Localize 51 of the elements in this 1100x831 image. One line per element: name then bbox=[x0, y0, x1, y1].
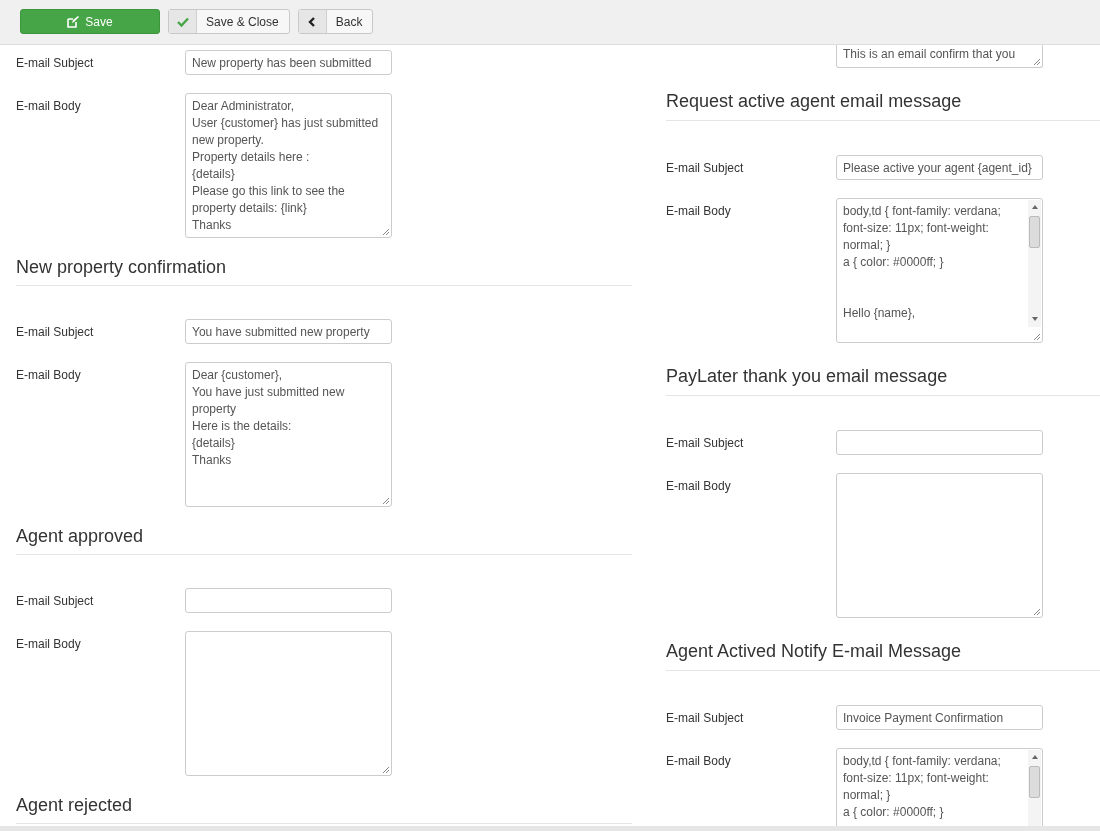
text-area[interactable]: Dear {customer}, You have just submitted new property Here is the details: {details} Thanks bbox=[185, 362, 392, 507]
section-heading: New property confirmation bbox=[16, 257, 632, 286]
scroll-up-icon bbox=[1032, 755, 1038, 759]
field-label: E-mail Subject bbox=[16, 55, 95, 70]
section-heading: Agent approved bbox=[16, 526, 632, 555]
input-field[interactable]: Invoice Payment Confirmation bbox=[836, 705, 1043, 730]
edit-icon bbox=[67, 15, 80, 28]
text-area-text: body,td { font-family: verdana; font-size: 11px; font-weight: normal; } a { color: #0000ff; } Hello {name}, bbox=[843, 203, 1002, 322]
field-label: E-mail Subject bbox=[666, 435, 745, 450]
text-area[interactable] bbox=[185, 631, 392, 776]
input-field[interactable]: New property has been submitted bbox=[185, 50, 392, 75]
text-area-text: This is an email confirm that you bbox=[843, 47, 1016, 61]
input-field[interactable] bbox=[185, 588, 392, 613]
section-heading: Agent Actived Notify E-mail Message bbox=[666, 640, 1100, 671]
field-label: E-mail Subject bbox=[16, 593, 95, 608]
scroll-thumb[interactable] bbox=[1029, 766, 1040, 798]
resize-grip-icon bbox=[382, 766, 389, 773]
save-close-button[interactable]: Save & Close bbox=[168, 9, 290, 34]
field-label: E-mail Body bbox=[16, 636, 82, 651]
text-area[interactable]: This is an email confirm that you bbox=[836, 45, 1043, 68]
input-field[interactable] bbox=[836, 430, 1043, 455]
field-label: E-mail Body bbox=[16, 367, 82, 382]
section-heading: Request active agent email message bbox=[666, 90, 1100, 121]
back-button[interactable]: Back bbox=[297, 9, 374, 34]
field-label: E-mail Subject bbox=[666, 160, 745, 175]
section-heading: Agent rejected bbox=[16, 795, 632, 824]
text-area[interactable]: body,td { font-family: verdana; font-size: 11px; font-weight: normal; } a { color: #0000ff; } Hello {name}, bbox=[836, 198, 1043, 343]
scroll-up-icon bbox=[1032, 205, 1038, 209]
field-label: E-mail Body bbox=[666, 203, 732, 218]
resize-grip-icon bbox=[382, 228, 389, 235]
resize-grip-icon bbox=[382, 497, 389, 504]
resize-grip-icon bbox=[1033, 608, 1040, 615]
resize-grip-icon bbox=[1033, 333, 1040, 340]
input-field[interactable]: You have submitted new property bbox=[185, 319, 392, 344]
text-area-text: Dear {customer}, You have just submitted new property Here is the details: {details} Thanks bbox=[192, 367, 346, 469]
scrollbar[interactable] bbox=[1028, 200, 1041, 327]
resize-grip-icon bbox=[1033, 58, 1040, 65]
input-field[interactable]: Please active your agent {agent_id} bbox=[836, 155, 1043, 180]
field-label: E-mail Body bbox=[16, 98, 82, 113]
chevron-left-icon bbox=[308, 16, 317, 27]
scroll-down-icon bbox=[1032, 317, 1038, 321]
scroll-thumb[interactable] bbox=[1029, 216, 1040, 248]
section-heading: PayLater thank you email message bbox=[666, 365, 1100, 396]
text-area[interactable] bbox=[836, 473, 1043, 618]
field-label: E-mail Subject bbox=[666, 710, 745, 725]
checkmark-icon bbox=[176, 16, 189, 27]
text-area-text: body,td { font-family: verdana; font-size: 11px; font-weight: normal; } a { color: #0000ff; } bbox=[843, 753, 1002, 821]
field-label: E-mail Subject bbox=[16, 324, 95, 339]
field-label: E-mail Body bbox=[666, 753, 732, 768]
text-area[interactable]: body,td { font-family: verdana; font-size: 11px; font-weight: normal; } a { color: #0000ff; } bbox=[836, 748, 1043, 826]
field-label: E-mail Body bbox=[666, 478, 732, 493]
